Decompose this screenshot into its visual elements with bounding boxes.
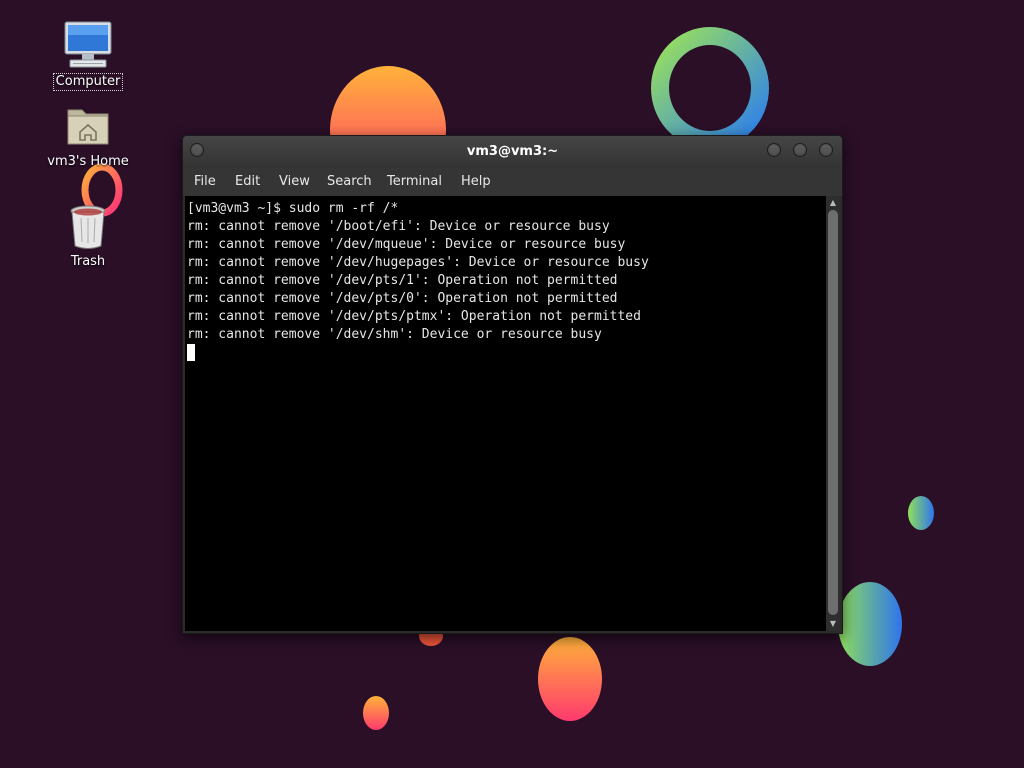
menu-edit[interactable]: Edit [235,174,260,189]
terminal-window[interactable]: vm3@vm3:~ File Edit View Search Terminal… [182,135,843,634]
menu-file[interactable]: File [194,174,216,189]
terminal-line: rm: cannot remove '/dev/hugepages': Devi… [187,255,649,270]
menu-help[interactable]: Help [461,174,491,189]
terminal-output[interactable]: [vm3@vm3 ~]$ sudo rm -rf /* rm: cannot r… [185,196,826,631]
terminal-line: rm: cannot remove '/dev/pts/0': Operatio… [187,291,618,306]
scrollbar-thumb[interactable] [828,210,838,615]
window-title: vm3@vm3:~ [466,144,559,159]
wallpaper-big-ball [838,582,902,666]
terminal-prompt-line [187,344,649,362]
terminal-line: rm: cannot remove '/boot/efi': Device or… [187,219,610,234]
scroll-up-icon[interactable]: ▲ [826,197,840,209]
wallpaper-small-ball [908,496,934,530]
close-button[interactable] [819,143,833,157]
menu-view[interactable]: View [279,174,310,189]
desktop-icon-label: Computer [52,73,124,91]
home-folder-icon [67,109,109,145]
text-cursor [187,344,195,361]
wallpaper-green-ring [651,27,769,149]
vertical-scrollbar[interactable]: ▲ ▼ [826,196,840,631]
trash-icon [70,205,106,249]
wallpaper-orange-ball [538,637,602,721]
desktop-icon-trash[interactable]: Trash [40,202,136,270]
maximize-button[interactable] [793,143,807,157]
desktop-icon-label: Trash [70,254,106,269]
wallpaper-tiny-orange [363,696,389,730]
terminal-text: [vm3@vm3 ~]$ sudo rm -rf /* rm: cannot r… [187,200,649,362]
desktop-icon-label: vm3's Home [47,154,129,169]
terminal-line: rm: cannot remove '/dev/pts/ptmx': Opera… [187,309,641,324]
window-titlebar[interactable]: vm3@vm3:~ [183,136,842,168]
terminal-line: rm: cannot remove '/dev/shm': Device or … [187,327,602,342]
terminal-line: rm: cannot remove '/dev/pts/1': Operatio… [187,273,618,288]
menu-terminal[interactable]: Terminal [387,174,442,189]
menubar: File Edit View Search Terminal Help [183,168,842,196]
terminal-line: [vm3@vm3 ~]$ sudo rm -rf /* [187,201,399,216]
minimize-button[interactable] [767,143,781,157]
menu-search[interactable]: Search [327,174,372,189]
desktop-icon-computer[interactable]: Computer [40,20,136,91]
desktop: Computer vm3's Home Trash vm3@vm3:~ File… [0,0,1024,768]
computer-icon [64,21,112,68]
desktop-icon-home[interactable]: vm3's Home [40,100,136,170]
scroll-down-icon[interactable]: ▼ [826,618,840,630]
terminal-line: rm: cannot remove '/dev/mqueue': Device … [187,237,626,252]
